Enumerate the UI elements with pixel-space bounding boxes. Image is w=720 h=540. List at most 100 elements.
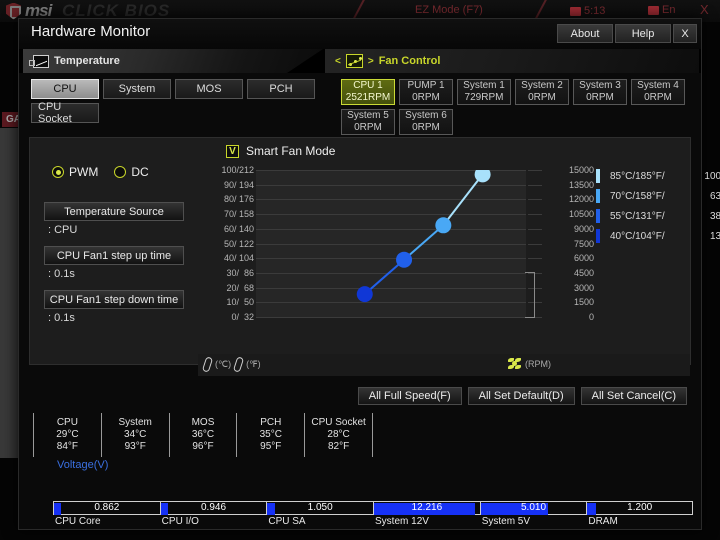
legend-swatch bbox=[596, 229, 600, 243]
temp-celsius: 29°C bbox=[56, 429, 79, 440]
chevron-right-icon[interactable]: > bbox=[368, 56, 374, 67]
temp-source-button-cpu[interactable]: CPU bbox=[31, 79, 99, 99]
y-axis-tick-label: 100/212 bbox=[221, 165, 254, 175]
selector-area: CPU System MOS PCH CPU Socket CPU 1 2521RPM PU… bbox=[19, 73, 701, 135]
temp-reading-mos: MOS 36°C 96°F bbox=[170, 413, 238, 457]
tab-temperature[interactable]: Temperature bbox=[23, 49, 323, 73]
fan-chart-icon bbox=[345, 54, 363, 68]
temp-source-button-mos[interactable]: MOS bbox=[175, 79, 243, 99]
curve-point-3[interactable] bbox=[435, 217, 452, 234]
temp-reading-system: System 34°C 93°F bbox=[102, 413, 170, 457]
ez-mode-button[interactable]: EZ Mode (F7) bbox=[415, 4, 483, 16]
button-label: PCH bbox=[269, 83, 293, 95]
thermometer-fahrenheit-icon bbox=[232, 356, 245, 373]
radio-pwm-label: PWM bbox=[69, 165, 99, 179]
curve-point-1[interactable] bbox=[356, 286, 373, 303]
y-axis-tick-label: 60/ 140 bbox=[223, 224, 254, 234]
chevron-left-icon[interactable]: < bbox=[335, 56, 341, 67]
radio-dc[interactable]: DC bbox=[114, 165, 149, 179]
fan-button-system-6[interactable]: System 6 0RPM bbox=[399, 109, 453, 135]
radio-pwm[interactable]: PWM bbox=[52, 165, 98, 179]
tab-fan-control-label: Fan Control bbox=[378, 55, 441, 67]
tab-fan-control[interactable]: < > Fan Control bbox=[325, 49, 699, 73]
rpm-tick-label: 12000 bbox=[568, 194, 594, 204]
voltage-track: 5.010 bbox=[479, 501, 587, 515]
help-button[interactable]: Help bbox=[615, 24, 671, 43]
y-axis-tick-label: 80/ 176 bbox=[223, 194, 254, 204]
fan-button-system-2[interactable]: System 2 0RPM bbox=[515, 79, 569, 105]
legend-temperature: 85°C/185°F/ bbox=[610, 170, 665, 182]
legend-row: 40°C/104°F/13% bbox=[596, 226, 720, 246]
voltage-label: System 12V bbox=[375, 516, 429, 527]
smart-fan-mode-label: Smart Fan Mode bbox=[246, 144, 336, 158]
temperature-summary: CPU 29°C 84°F System 34°C 93°F MOS 36°C 96°F PCH 3… bbox=[33, 413, 373, 457]
temp-celsius: 28°C bbox=[327, 429, 350, 440]
legend-swatch bbox=[596, 169, 600, 183]
rpm-unit: (RPM) bbox=[508, 357, 551, 370]
page-title: Hardware Monitor bbox=[31, 23, 151, 40]
tab-strip: Temperature < > Fan Control bbox=[19, 49, 701, 73]
step-down-time-button[interactable]: CPU Fan1 step down time bbox=[44, 290, 184, 309]
temp-source-button-system[interactable]: System bbox=[103, 79, 171, 99]
action-row: All Full Speed(F) All Set Default(D) All S… bbox=[19, 385, 701, 411]
close-button[interactable]: X bbox=[673, 24, 697, 43]
temp-source-button-pch[interactable]: PCH bbox=[247, 79, 315, 99]
voltage-label: CPU SA bbox=[268, 516, 306, 527]
step-up-time-button[interactable]: CPU Fan1 step up time bbox=[44, 246, 184, 265]
fan-button-system-4[interactable]: System 4 0RPM bbox=[631, 79, 685, 105]
voltage-value: 0.862 bbox=[94, 502, 120, 513]
button-label: CPU bbox=[53, 83, 77, 95]
temp-label: PCH bbox=[260, 417, 282, 428]
temp-fahrenheit: 93°F bbox=[124, 441, 146, 452]
rpm-tick bbox=[528, 170, 542, 171]
fan-rpm: 0RPM bbox=[412, 122, 440, 133]
fan-button-system-3[interactable]: System 3 0RPM bbox=[573, 79, 627, 105]
voltage-value: 5.010 bbox=[521, 502, 547, 513]
temp-celsius: 34°C bbox=[124, 429, 147, 440]
language-selector[interactable]: En bbox=[648, 4, 675, 16]
y-axis-tick-label: 0/ 32 bbox=[231, 312, 254, 322]
y-axis-tick-label: 50/ 122 bbox=[223, 239, 254, 249]
voltage-section-title: Voltage(V) bbox=[57, 459, 109, 471]
voltage-bars: 0.862 CPU Core 0.946 CPU I/O 1.050 CPU SA 12.2… bbox=[53, 501, 694, 531]
temp-label: MOS bbox=[191, 417, 215, 428]
fan-rpm: 729RPM bbox=[464, 92, 504, 103]
voltage-track: 12.216 bbox=[373, 501, 480, 515]
voltage-value: 1.200 bbox=[627, 502, 653, 513]
action-all-set-default-d-[interactable]: All Set Default(D) bbox=[467, 387, 575, 405]
fan-mode-radios: PWM DC bbox=[52, 165, 149, 179]
fan-curve-svg[interactable] bbox=[256, 170, 526, 318]
fan-button-system-5[interactable]: System 5 0RPM bbox=[341, 109, 395, 135]
about-button[interactable]: About bbox=[557, 24, 613, 43]
curve-point-2[interactable] bbox=[396, 251, 413, 268]
legend-percent: 38% bbox=[709, 210, 720, 222]
action-all-set-cancel-c-[interactable]: All Set Cancel(C) bbox=[580, 387, 687, 405]
legend-row: 70°C/158°F/63% bbox=[596, 186, 720, 206]
temp-reading-cpu-socket: CPU Socket 28°C 82°F bbox=[305, 413, 373, 457]
action-all-full-speed-f-[interactable]: All Full Speed(F) bbox=[357, 387, 462, 405]
smart-fan-mode-checkbox[interactable]: V Smart Fan Mode bbox=[226, 144, 335, 158]
fan-button-cpu-1[interactable]: CPU 1 2521RPM bbox=[341, 79, 395, 105]
fahrenheit-unit-label: (℉) bbox=[246, 359, 261, 369]
bios-close-button[interactable]: X bbox=[700, 2, 709, 17]
temp-celsius: 35°C bbox=[259, 429, 282, 440]
window-buttons: About Help X bbox=[557, 24, 697, 43]
y-axis-tick-label: 10/ 50 bbox=[226, 297, 254, 307]
temp-source-button-cpu-socket[interactable]: CPU Socket bbox=[31, 101, 99, 125]
temperature-chart-icon bbox=[29, 54, 49, 68]
y-axis-tick-label: 40/ 104 bbox=[223, 253, 254, 263]
voltage-label: System 5V bbox=[481, 516, 531, 527]
fan-rpm: 0RPM bbox=[528, 92, 556, 103]
temperature-source-button[interactable]: Temperature Source bbox=[44, 202, 184, 221]
rpm-tick bbox=[528, 244, 542, 245]
fan-button-system-1[interactable]: System 1 729RPM bbox=[457, 79, 511, 105]
fan-name: System 6 bbox=[405, 110, 447, 121]
temp-celsius: 36°C bbox=[191, 429, 215, 440]
voltage-label: CPU I/O bbox=[161, 516, 199, 527]
legend-percent: 13% bbox=[709, 230, 720, 242]
voltage-cpu-sa: 1.050 CPU SA bbox=[266, 501, 374, 531]
fan-button-pump-1[interactable]: PUMP 1 0RPM bbox=[399, 79, 453, 105]
rpm-range-bracket bbox=[525, 272, 535, 318]
window-titlebar: Hardware Monitor About Help X bbox=[19, 19, 701, 49]
voltage-system-12v: 12.216 System 12V bbox=[373, 501, 480, 531]
